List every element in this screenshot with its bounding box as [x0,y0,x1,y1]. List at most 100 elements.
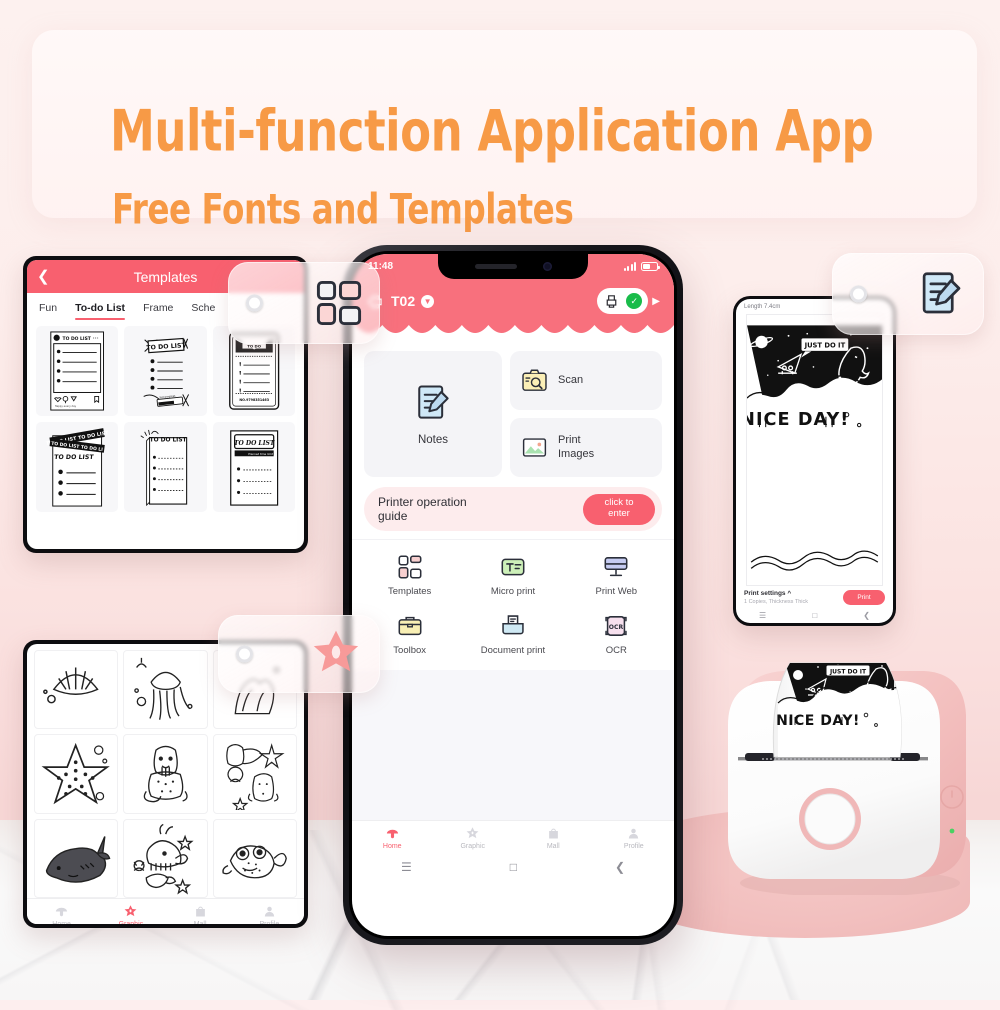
fn-micro-print[interactable]: Micro print [461,554,564,597]
phone-bezel: 11:48 T02 ▼ ✓ ▶ Notes Scan Print Images … [349,251,677,939]
card-scan[interactable]: Scan [510,351,662,410]
tab-frame[interactable]: Frame [143,302,173,314]
chevron-up-icon[interactable]: ^ [787,590,791,597]
nav-item-profile[interactable]: Profile [235,903,304,924]
side-cards: Scan Print Images [510,351,662,477]
guide-btn-line2: enter [608,508,630,519]
earpiece-speaker [474,264,517,269]
graphic-thumb[interactable] [34,818,119,899]
notes-pencil-icon [922,272,961,314]
feature-cards: Notes Scan Print Images [352,341,674,477]
chevron-down-icon[interactable]: ▼ [421,294,435,308]
star-icon [433,825,514,842]
nav-item-mall[interactable]: Mall [513,825,594,850]
card-label: Print Images [558,434,594,461]
template-thumb[interactable]: TO DO LIST Planned time limit [212,422,295,512]
page-title: Multi-function Application App [110,97,874,166]
fn-label: Toolbox [393,645,427,656]
guide-text: Printer operation guide [378,495,467,524]
template-thumb[interactable]: TO DO LIST TO DO LIST TO DO LIST TO DO L… [36,422,119,512]
nav-item-graphic[interactable]: Graphic [433,825,514,850]
print-settings-label: Print settings [744,590,786,597]
print-button[interactable]: Print [843,590,885,605]
print-settings-toggle[interactable]: Print settings ^ [744,590,808,597]
bag-icon [513,825,594,842]
fn-ocr[interactable]: OCR OCR [565,613,668,656]
android-system-nav: ☰ □ ❮ [736,608,893,623]
chevron-right-icon[interactable]: ▶ [652,296,660,307]
graphic-thumb[interactable] [212,734,297,814]
nav-label: Mall [166,921,235,924]
nav-item-mall[interactable]: Mall [166,903,235,924]
fn-label: OCR [605,645,627,656]
tab-schedule[interactable]: Sche [191,302,215,314]
svg-text:Planned time limit: Planned time limit [248,452,273,456]
home-square-icon[interactable]: □ [812,611,817,620]
nav-label: Graphic [96,921,165,924]
back-chevron-icon[interactable]: ❮ [863,611,870,620]
text-label-icon [501,558,525,576]
star-icon [313,630,359,672]
nav-item-graphic[interactable]: Graphic [96,903,165,924]
front-camera-icon [542,262,552,271]
graphic-thumb[interactable] [34,734,119,814]
tab-fun[interactable]: Fun [39,302,57,314]
person-icon [235,903,304,920]
main-phone-device: 11:48 T02 ▼ ✓ ▶ Notes Scan Print Images … [343,245,683,945]
android-system-nav: ☰ □ ❮ [352,852,674,882]
signal-bars-icon [623,262,636,271]
briefcase-icon [398,616,422,636]
graphic-thumb[interactable] [123,818,208,899]
thermal-printer-device: JUST DO IT NICE DAY! [700,645,972,895]
check-circle-icon: ✓ [626,293,643,309]
svg-text:TO DO LIST: TO DO LIST [63,336,92,342]
printer-status-chip[interactable]: ✓ [597,288,649,314]
graphic-star-zoom-badge [218,615,380,693]
battery-icon [641,262,660,271]
fn-document-print[interactable]: Document print [461,613,564,656]
printer-guide-banner[interactable]: Printer operation guide click to enter [364,487,662,531]
headline-card: Multi-function Application App Free Font… [32,30,977,234]
phone-notch [438,254,588,279]
graphic-bottom-nav: Home Graphic Mall Profile [27,898,304,924]
home-square-icon[interactable]: □ [510,860,517,874]
card-notes[interactable]: Notes [364,351,502,477]
document-printer-icon [502,615,524,635]
fn-print-web[interactable]: Print Web [565,554,668,597]
main-bottom-nav: Home Graphic Mall Profile [352,820,674,852]
fn-label: Print Web [595,586,638,597]
guide-btn-line1: click to [604,497,634,509]
menu-icon[interactable]: ☰ [759,611,766,620]
grid-blocks-icon [316,280,362,326]
card-print-images[interactable]: Print Images [510,418,662,477]
click-to-enter-button[interactable]: click to enter [583,493,655,525]
svg-text:TO DO LIST: TO DO LIST [54,454,95,461]
back-chevron-icon[interactable]: ❮ [615,860,625,874]
fn-label: Document print [480,645,546,656]
card-label-line2: Images [558,447,595,460]
card-label-line1: Print [558,434,581,447]
graphic-thumb[interactable] [212,818,297,899]
svg-text:⋯: ⋯ [93,336,99,342]
graphic-thumb[interactable] [123,734,208,814]
nav-item-home[interactable]: Home [352,825,433,850]
template-thumb[interactable]: TO DO LIST [124,422,207,512]
notes-icon-zoom-badge [832,253,984,335]
tab-todo-list[interactable]: To-do List [75,302,125,320]
card-label: Scan [558,373,584,386]
svg-text:TO DO: TO DO [247,344,262,349]
template-thumb[interactable]: TO DO LIST hot progress [124,326,207,416]
nav-item-profile[interactable]: Profile [594,825,675,850]
status-time: 11:48 [368,261,394,272]
nav-item-home[interactable]: Home [27,903,96,924]
monitor-icon [604,557,628,577]
fn-templates[interactable]: Templates [358,554,461,597]
menu-icon[interactable]: ☰ [401,860,412,874]
graphic-thumb[interactable] [123,650,208,730]
print-preview-canvas[interactable]: JUST DO IT NICE DAY! [746,314,883,586]
template-thumb[interactable]: TO DO LIST ⋯ Happy every day [36,326,119,416]
person-icon [594,825,675,842]
graphic-thumb[interactable] [34,650,119,730]
magnifier-lens-icon [236,645,253,663]
image-icon [522,438,547,457]
